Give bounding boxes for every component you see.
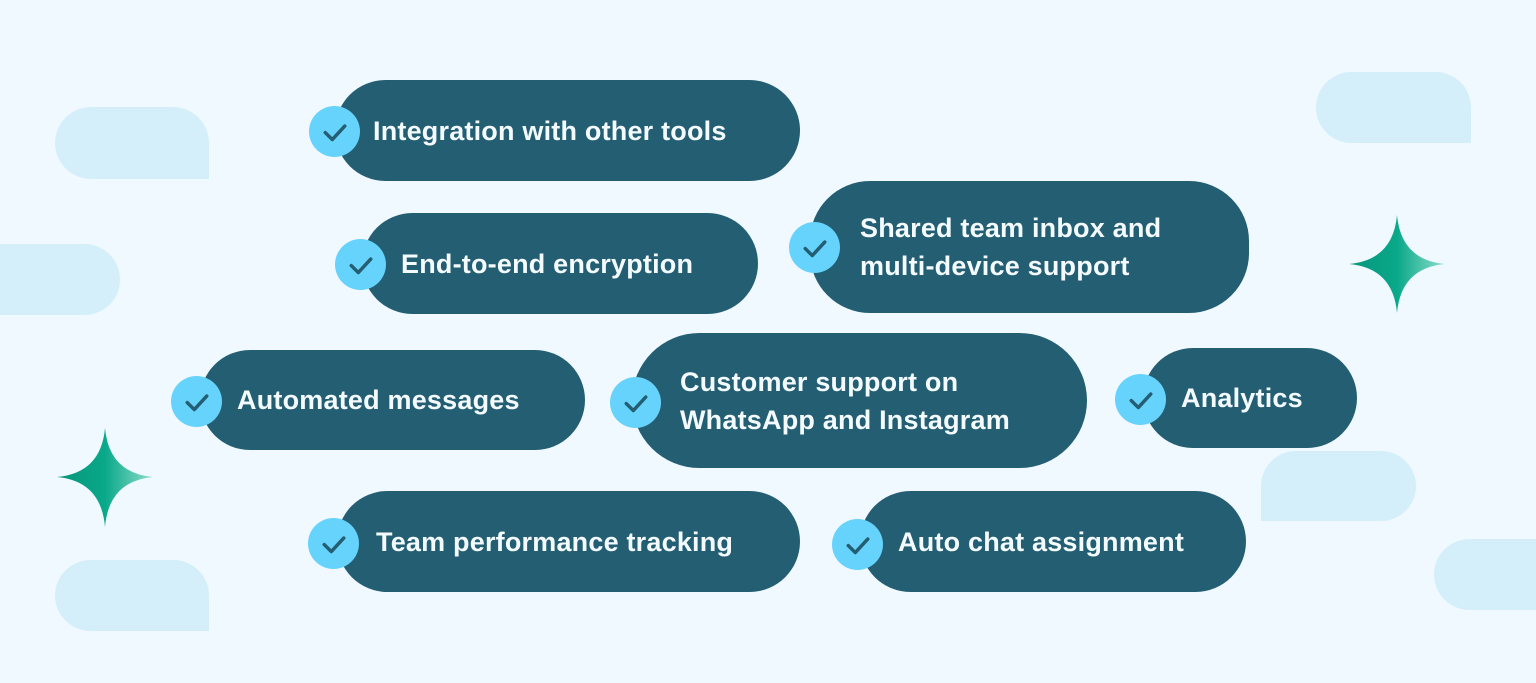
feature-pill-customer-support: Customer support on WhatsApp and Instagr…: [632, 333, 1087, 468]
check-icon: [309, 106, 360, 157]
feature-pill-team-performance: Team performance tracking: [337, 491, 800, 592]
feature-label-line: multi-device support: [860, 251, 1130, 281]
feature-pill-auto-chat: Auto chat assignment: [860, 491, 1246, 592]
check-icon: [1115, 374, 1166, 425]
chat-bubble-icon: [0, 244, 120, 315]
chat-bubble-icon: [55, 107, 209, 179]
check-icon: [832, 519, 883, 570]
feature-pill-automated-messages: Automated messages: [200, 350, 585, 450]
feature-pill-encryption: End-to-end encryption: [362, 213, 758, 314]
feature-label: Auto chat assignment: [898, 526, 1185, 557]
feature-label: Analytics: [1181, 383, 1303, 413]
sparkle-icon: [1349, 215, 1445, 313]
chat-bubble-icon: [55, 560, 209, 631]
chat-bubble-icon: [1434, 539, 1536, 610]
feature-label: Integration with other tools: [373, 115, 727, 146]
feature-label: Automated messages: [237, 385, 520, 415]
sparkle-icon: [57, 428, 153, 527]
feature-label: Team performance tracking: [376, 526, 734, 557]
check-icon: [171, 376, 222, 427]
check-icon: [789, 222, 840, 273]
chat-bubble-icon: [1316, 72, 1471, 143]
feature-pill-shared-inbox: Shared team inbox and multi-device suppo…: [810, 181, 1249, 313]
feature-label-line: Shared team inbox and: [860, 213, 1162, 243]
feature-pill-analytics: Analytics: [1143, 348, 1357, 448]
feature-pill-integration: Integration with other tools: [335, 80, 800, 181]
feature-label-line: Customer support on: [680, 366, 959, 397]
feature-label: End-to-end encryption: [401, 248, 694, 279]
check-icon: [308, 518, 359, 569]
check-icon: [610, 377, 661, 428]
chat-bubble-icon: [1261, 451, 1416, 521]
feature-label-line: WhatsApp and Instagram: [680, 404, 1010, 435]
check-icon: [335, 239, 386, 290]
